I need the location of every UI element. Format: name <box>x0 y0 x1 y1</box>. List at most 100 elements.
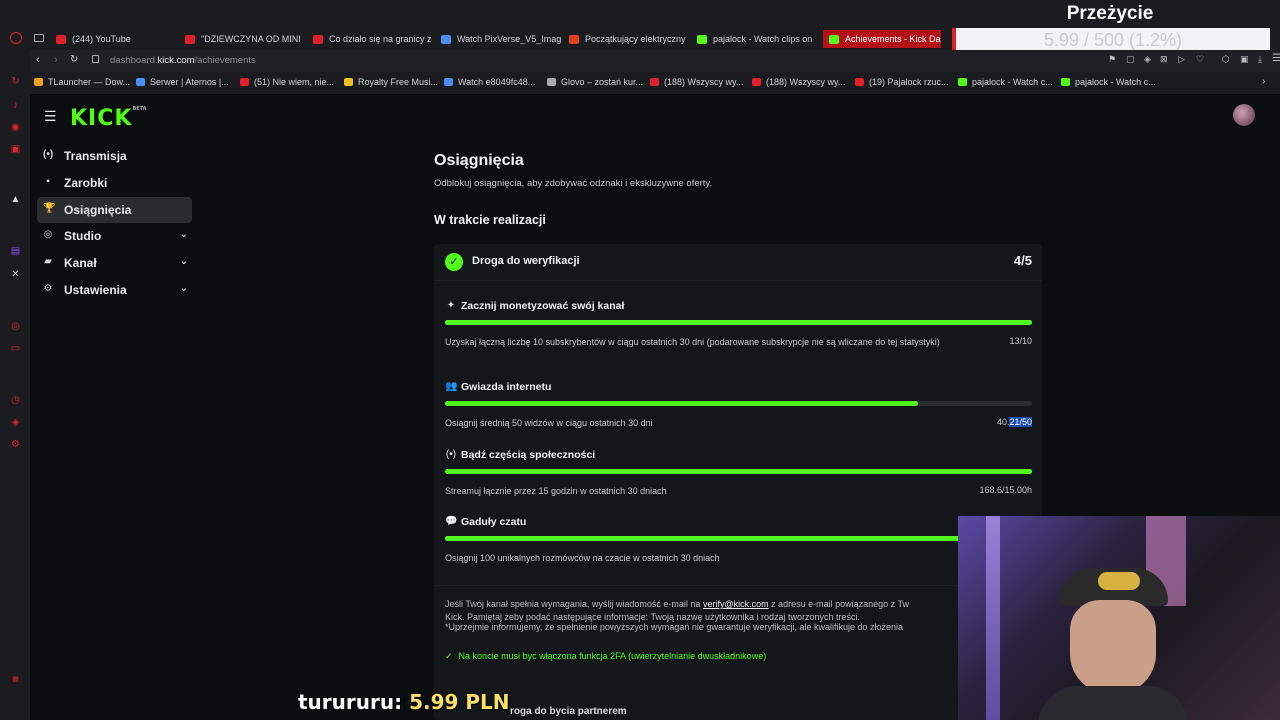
tab-favicon-icon <box>569 34 579 44</box>
bookmark-favicon-icon <box>240 78 249 86</box>
cube-icon[interactable]: ▦ <box>10 674 21 685</box>
browser-tab[interactable]: Achievements - Kick Das <box>823 30 941 48</box>
browser-tab[interactable]: Watch PixVerse_V5_Imag <box>441 31 561 47</box>
url-input[interactable]: dashboard.kick.com/achievements <box>110 55 256 66</box>
chevron-down-icon[interactable]: ⌄ <box>180 283 188 294</box>
menu-icon[interactable]: ☰ <box>1272 53 1280 64</box>
kick-logo[interactable]: KICKBETA <box>70 106 147 131</box>
verify-email-link[interactable]: verify@kick.com <box>703 599 769 609</box>
task-title: Gaduły czatu <box>461 516 527 528</box>
chevron-down-icon[interactable]: ⌄ <box>180 229 188 240</box>
gear-icon[interactable]: ⚙ <box>10 439 21 450</box>
bookmark-item[interactable]: Glovo – zostań kur... <box>547 77 643 87</box>
requirement-2fa-text: Na koncie musi być włączona funkcja 2FA … <box>458 651 767 661</box>
sidebar-item-transmisja[interactable]: (•) Transmisja <box>37 143 192 169</box>
heart-icon[interactable]: ♡ <box>1196 54 1204 65</box>
task-description: Streamuj łącznie przez 15 godzin w ostat… <box>445 486 667 496</box>
progress-bar <box>445 320 1032 325</box>
bookmark-item[interactable]: Serwer | Aternos |... <box>136 77 229 87</box>
browser-tab[interactable]: pajalock - Watch clips on <box>697 31 817 47</box>
progress-fill <box>445 320 1032 325</box>
back-icon[interactable]: ‹ <box>36 54 40 66</box>
avatar[interactable] <box>1233 104 1255 126</box>
users-icon: 👥 <box>445 381 458 392</box>
x-icon[interactable]: ✕ <box>10 269 21 280</box>
streamer-figure <box>1038 546 1188 720</box>
messenger-icon[interactable]: ◉ <box>10 122 21 133</box>
bookmark-item[interactable]: Royalty Free Musi... <box>344 77 438 87</box>
trophy-icon: 🏆 <box>43 203 56 214</box>
extensions-icon[interactable]: ⬡ <box>1222 54 1230 65</box>
check-icon: ✓ <box>445 651 453 661</box>
reload-icon[interactable]: ↻ <box>70 54 78 65</box>
video-icon[interactable]: ▣ <box>10 144 21 155</box>
twitch-icon[interactable]: ▤ <box>10 246 21 257</box>
bookmark-favicon-icon <box>444 78 453 86</box>
bookmark-item[interactable]: pajalock - Watch c... <box>958 77 1053 87</box>
bookmark-item[interactable]: (188) Wszyscy wy... <box>650 77 743 87</box>
bookmark-item[interactable]: pajalock - Watch c... <box>1061 77 1156 87</box>
bookmark-item[interactable]: (51) Nie wiem, nie... <box>240 77 334 87</box>
bookmark-favicon-icon <box>344 78 353 86</box>
browser-tab[interactable]: (244) YouTube <box>56 31 176 47</box>
pin-icon[interactable]: ◈ <box>10 417 21 428</box>
bookmark-favicon-icon <box>958 78 967 86</box>
screenshot-icon[interactable]: ▢ <box>1126 54 1135 65</box>
bookmark-icon[interactable]: ⚑ <box>1108 54 1116 65</box>
browser-tab[interactable]: Co działo się na granicy z <box>313 31 433 47</box>
chevron-down-icon[interactable]: ⌄ <box>180 256 188 267</box>
broadcast-icon: (•) <box>445 449 457 460</box>
achievement-title: Droga do weryfikacji <box>472 255 580 267</box>
bookmark-favicon-icon <box>1061 78 1070 86</box>
webcam-overlay <box>958 516 1280 720</box>
goal-progress-text: 5.99 / 500 (1.2%) <box>1043 30 1183 50</box>
shield-icon[interactable]: ◈ <box>1144 54 1151 65</box>
browser-tab[interactable]: "DZIEWCZYNA OD MINI <box>185 31 305 47</box>
bookmark-label: Royalty Free Musi... <box>358 77 439 87</box>
aria-icon[interactable]: ▲ <box>10 194 21 205</box>
channel-icon: ▰ <box>44 256 52 267</box>
bookmark-favicon-icon <box>752 78 761 86</box>
hamburger-menu-icon[interactable]: ☰ <box>44 108 57 125</box>
bookmark-favicon-icon <box>547 78 556 86</box>
bookmark-favicon-icon <box>136 78 145 86</box>
close-icon[interactable]: ⊠ <box>1160 54 1168 65</box>
wallet-icon[interactable]: ▣ <box>1240 54 1249 65</box>
notification-icon[interactable]: ♪ <box>10 100 21 111</box>
bookmark-item[interactable]: (188) Wszyscy wy... <box>752 77 845 87</box>
tab-list-icon[interactable] <box>34 34 44 42</box>
browser-logo-icon[interactable] <box>10 32 22 44</box>
progress-bar <box>445 401 1032 406</box>
forward-icon[interactable]: › <box>54 54 58 66</box>
tab-label: Achievements - Kick Das <box>845 34 941 44</box>
bookmark-item[interactable]: TLauncher — Dow... <box>34 77 130 87</box>
task-value-prefix: 40. <box>996 417 1010 427</box>
task-value-selected: 21/50 <box>1009 417 1032 427</box>
bookmark-label: pajalock - Watch c... <box>1075 77 1156 87</box>
sidebar-item-studio[interactable]: ◎ Studio ⌄ <box>37 223 192 249</box>
bookmark-item[interactable]: (19) Pajalock rzuc... <box>855 77 949 87</box>
bookmark-item[interactable]: Watch e8049fc48... <box>444 77 535 87</box>
wallet-rail-icon[interactable]: ▭ <box>10 343 21 354</box>
donation-name: turururu: <box>298 690 403 714</box>
goal-overlay: Przeżycie 5.99 / 500 (1.2%) <box>950 0 1280 56</box>
divider <box>434 280 1042 281</box>
sidebar-item-zarobki[interactable]: ▪ Zarobki <box>37 170 192 196</box>
history-icon[interactable]: ↻ <box>10 76 21 87</box>
player-icon[interactable]: ◎ <box>10 321 21 332</box>
tab-favicon-icon <box>829 34 839 44</box>
bookmarks-more-icon[interactable]: › <box>1262 76 1265 87</box>
section-title: W trakcie realizacji <box>434 213 546 227</box>
browser-tab[interactable]: Początkujący elektryczny <box>569 31 689 47</box>
play-icon[interactable]: ▷ <box>1178 54 1185 65</box>
clock-icon[interactable]: ◷ <box>10 395 21 406</box>
sidebar-item-osiągnięcia[interactable]: 🏆 Osiągnięcia <box>37 197 192 223</box>
download-icon[interactable]: ⤓ <box>1258 54 1262 65</box>
broadcast-icon: (•) <box>43 149 54 160</box>
sidebar-item-ustawienia[interactable]: ⚙ Ustawienia ⌄ <box>37 277 192 303</box>
sidebar-item-kanał[interactable]: ▰ Kanał ⌄ <box>37 250 192 276</box>
donation-alert: turururu: 5.99 PLN <box>298 690 510 714</box>
url-prefix: dashboard. <box>110 55 158 66</box>
tab-favicon-icon <box>56 34 66 44</box>
bookmark-label: (51) Nie wiem, nie... <box>254 77 335 87</box>
